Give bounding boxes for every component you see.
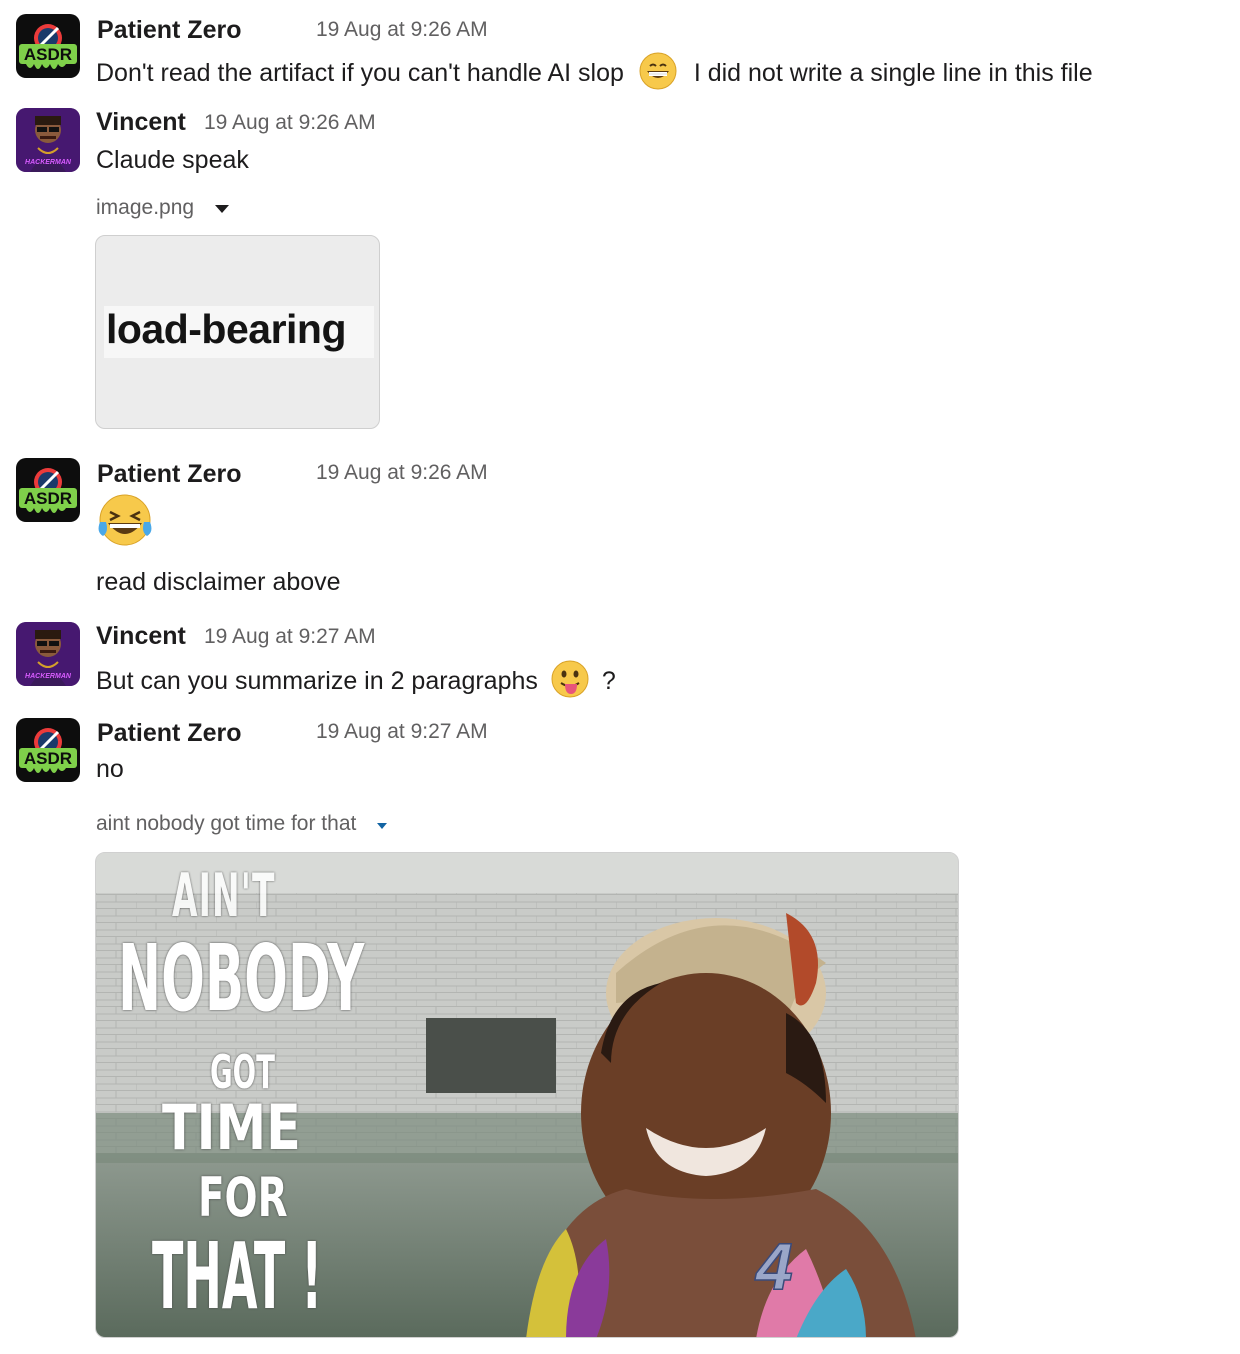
hackerman-avatar-icon — [16, 622, 80, 686]
avatar[interactable] — [16, 14, 80, 78]
chevron-down-icon[interactable] — [376, 812, 388, 836]
message-text: Don't read the artifact if you can't han… — [96, 52, 1093, 97]
attachment-filename[interactable]: aint nobody got time for that — [96, 812, 388, 836]
author-name[interactable]: Patient Zero — [97, 16, 241, 45]
gif-line-aint: AIN'T — [172, 861, 276, 931]
avatar[interactable] — [16, 718, 80, 782]
message-text-before: But can you summarize in 2 paragraphs — [96, 667, 538, 696]
avatar[interactable] — [16, 108, 80, 172]
message-text-after: ? — [601, 667, 616, 696]
gif-line-nobody: NOBODY — [118, 925, 365, 1032]
message-text: Claude speak — [96, 146, 249, 174]
avatar[interactable] — [16, 458, 80, 522]
author-name[interactable]: Vincent — [96, 622, 186, 651]
attachment-filename-text: aint nobody got time for that — [96, 812, 357, 835]
channel-4-logo-icon: 4 — [754, 1229, 793, 1303]
gif-line-got: GOT — [210, 1045, 275, 1099]
author-name[interactable]: Vincent — [96, 108, 186, 137]
image-text: load-bearing — [106, 306, 347, 352]
asdr-logo-icon — [16, 458, 80, 522]
message-text-before: Don't read the artifact if you can't han… — [96, 59, 624, 88]
gif-line-that: THAT ! — [152, 1223, 323, 1330]
author-name[interactable]: Patient Zero — [97, 460, 241, 489]
attachment-filename[interactable]: image.png — [96, 196, 230, 220]
avatar[interactable] — [16, 622, 80, 686]
timestamp[interactable]: 19 Aug at 9:27 AM — [316, 720, 488, 744]
message-text: But can you summarize in 2 paragraphs ? — [96, 660, 616, 705]
message-text-after: I did not write a single line in this fi… — [693, 59, 1093, 88]
attachment-filename-text: image.png — [96, 196, 195, 219]
message-text: no — [96, 755, 124, 783]
gif-line-time: TIME — [162, 1091, 301, 1164]
tears-of-joy-emoji-icon — [96, 492, 154, 553]
asdr-logo-icon — [16, 14, 80, 78]
gif-attachment[interactable]: 4 AIN'T NOBODY GOT TIME FOR THAT ! — [95, 852, 959, 1338]
image-content: load-bearing — [104, 306, 374, 358]
asdr-logo-icon — [16, 718, 80, 782]
tongue-out-emoji-icon — [551, 660, 589, 705]
chevron-down-icon[interactable] — [214, 196, 230, 220]
hackerman-avatar-icon — [16, 108, 80, 172]
timestamp[interactable]: 19 Aug at 9:27 AM — [204, 625, 376, 649]
image-attachment[interactable]: load-bearing — [95, 235, 380, 429]
message-text: read disclaimer above — [96, 568, 341, 596]
grinning-face-emoji-icon — [639, 52, 677, 97]
timestamp[interactable]: 19 Aug at 9:26 AM — [204, 111, 376, 135]
gif-line-for: FOR — [198, 1166, 288, 1229]
timestamp[interactable]: 19 Aug at 9:26 AM — [316, 18, 488, 42]
gif-caption: AIN'T NOBODY GOT TIME FOR THAT ! — [96, 853, 396, 1337]
author-name[interactable]: Patient Zero — [97, 719, 241, 748]
timestamp[interactable]: 19 Aug at 9:26 AM — [316, 461, 488, 485]
